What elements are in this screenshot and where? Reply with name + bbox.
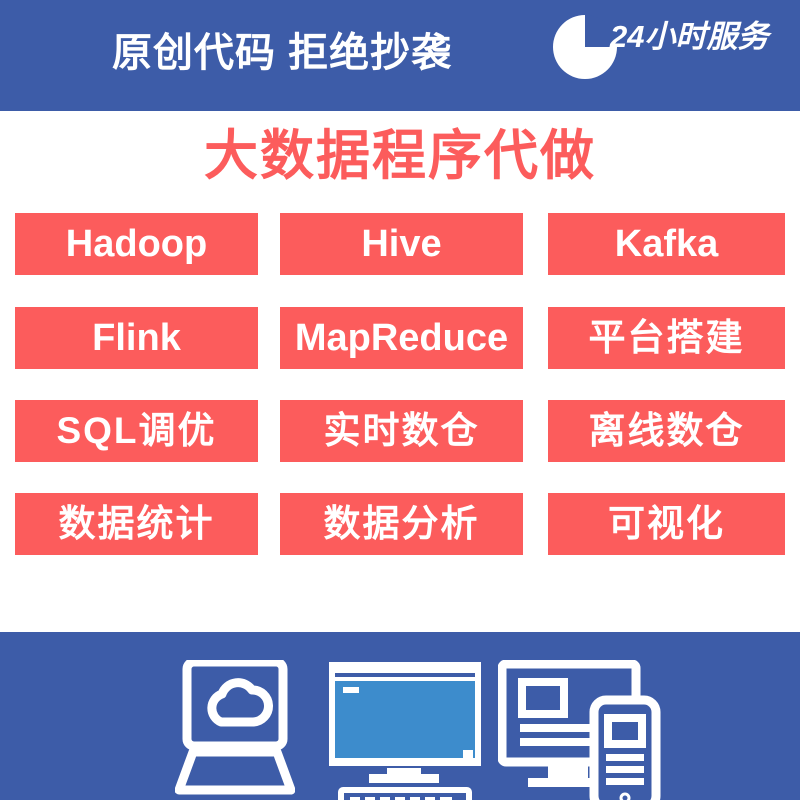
tag-kafka[interactable]: Kafka: [548, 213, 785, 275]
header-bar: 原创代码 拒绝抄袭 24小时服务: [0, 0, 800, 111]
tag-row: 数据统计 数据分析 可视化: [15, 493, 785, 555]
tag-hadoop[interactable]: Hadoop: [15, 213, 258, 275]
tag-flink[interactable]: Flink: [15, 307, 258, 369]
tag-row: SQL调优 实时数仓 离线数仓: [15, 400, 785, 462]
tag-data-analysis[interactable]: 数据分析: [280, 493, 523, 555]
page-title: 大数据程序代做: [204, 126, 596, 186]
pie-chart-icon: [553, 15, 617, 79]
tag-realtime-warehouse[interactable]: 实时数仓: [280, 400, 523, 462]
footer-bar: [0, 632, 800, 800]
tag-platform-setup[interactable]: 平台搭建: [548, 307, 785, 369]
service-tag-grid: Hadoop Hive Kafka Flink MapReduce 平台搭建 S…: [15, 213, 785, 555]
tag-visualization[interactable]: 可视化: [548, 493, 785, 555]
monitor-keyboard-icon: [325, 660, 485, 800]
promo-banner: 原创代码 拒绝抄袭 24小时服务 大数据程序代做 Hadoop Hive Kaf…: [0, 0, 800, 800]
desktop-phone-icon: [497, 659, 673, 800]
tag-hive[interactable]: Hive: [280, 213, 523, 275]
service-badge: 24小时服务: [548, 10, 778, 86]
device-illustration-row: [0, 632, 800, 800]
tag-mapreduce[interactable]: MapReduce: [280, 307, 523, 369]
tag-offline-warehouse[interactable]: 离线数仓: [548, 400, 785, 462]
header-slogan: 原创代码 拒绝抄袭: [112, 31, 453, 75]
tag-sql-tuning[interactable]: SQL调优: [15, 400, 258, 462]
tag-row: Flink MapReduce 平台搭建: [15, 307, 785, 369]
service-badge-label: 24小时服务: [610, 19, 769, 54]
tag-row: Hadoop Hive Kafka: [15, 213, 785, 275]
tag-data-statistics[interactable]: 数据统计: [15, 493, 258, 555]
laptop-cloud-icon: [174, 657, 296, 800]
